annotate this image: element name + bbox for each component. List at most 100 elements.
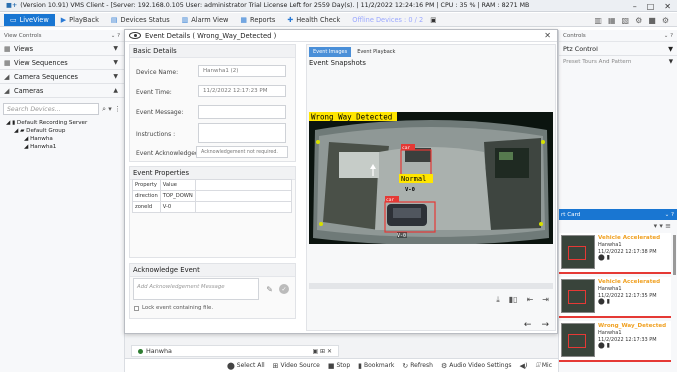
mic-icon: ⍗ xyxy=(535,361,540,369)
tab-health-check[interactable]: ✚ Health Check xyxy=(281,14,346,26)
tab-devices-status[interactable]: ▤ Devices Status xyxy=(105,14,176,26)
event-details-dialog: Event Details ( Wrong_Way_Detected ) ✕ B… xyxy=(124,29,558,334)
gear-icon: ⚙ xyxy=(440,361,448,370)
section-preset-tours[interactable]: Preset Tours And Pattern ▼ xyxy=(559,56,677,68)
section-ptz-control[interactable]: Ptz Control ▼ xyxy=(559,42,677,56)
maximize-button[interactable]: □ xyxy=(647,2,655,11)
alert-card[interactable]: Vehicle Accelerated Hanwha1 11/2/2022 12… xyxy=(559,277,671,318)
event-time-field[interactable]: 11/2/2022 12:17:23 PM xyxy=(198,85,286,97)
normal-label: Normal xyxy=(401,175,426,183)
export-icon[interactable]: ▮▯ xyxy=(509,295,518,305)
column-header: Value xyxy=(159,179,196,191)
tree-item-recording-server[interactable]: ◢ ▮ Default Recording Server xyxy=(4,119,120,127)
mic-button[interactable]: ⍗ Mic xyxy=(536,361,552,370)
settings-icon[interactable]: ⚙ xyxy=(662,16,669,25)
alert-filter-tools[interactable]: ▾ ▾ ≡ xyxy=(654,222,671,230)
search-filter-icons[interactable]: ⌕ ▾ ⋮ xyxy=(102,105,121,114)
tree-item-camera-hanwha1[interactable]: ◢ Hanwha1 xyxy=(4,143,120,151)
alert-action-icons[interactable]: ⬤ ▮ xyxy=(598,343,666,350)
section-label: Views xyxy=(14,44,34,53)
panel-header-controls[interactable]: ⌄ ? xyxy=(111,33,120,39)
tree-item-default-group[interactable]: ◢ ▰ Default Group xyxy=(4,127,120,135)
table-header-row: Property Value xyxy=(132,179,293,191)
section-views[interactable]: ▦ Views ▼ xyxy=(0,42,124,56)
panel-title: View Controls xyxy=(4,32,42,39)
lock-icon[interactable]: ■ xyxy=(648,16,656,25)
download-icon[interactable]: ⤓ xyxy=(496,295,500,305)
close-window-button[interactable]: ✕ xyxy=(664,2,671,11)
button-label: Audio Video Settings xyxy=(449,362,512,369)
tab-liveview[interactable]: ▭ LiveView xyxy=(4,13,55,26)
camera-tile-controls[interactable]: ▣ ⊞ ✕ xyxy=(312,348,332,355)
alert-action-icons[interactable]: ⬤ ▮ xyxy=(598,299,660,306)
table-row[interactable]: zoneId V-0 xyxy=(132,201,293,213)
camera-tile-bar[interactable]: Hanwha ▣ ⊞ ✕ xyxy=(131,345,339,357)
button-label: Bookmark xyxy=(363,362,395,369)
grid-icon[interactable]: ▦ xyxy=(608,16,616,25)
stop-button[interactable]: ■ Stop xyxy=(328,362,350,370)
video-source-button[interactable]: ⊞ Video Source xyxy=(273,362,320,370)
previous-event-button[interactable]: ← xyxy=(524,320,532,330)
alert-card-title: rt Card xyxy=(561,211,581,218)
main-menubar: ▭ LiveView ▶ PlayBack ▤ Devices Status ▥ Ala… xyxy=(0,13,677,27)
bookmark-button[interactable]: ▮ Bookmark xyxy=(358,362,394,370)
lock-event-checkbox-row[interactable]: Lock event containing file. xyxy=(134,305,213,311)
tab-reports[interactable]: ▦ Reports xyxy=(234,14,281,26)
panel-header-controls[interactable]: ⌄ ? xyxy=(664,33,673,39)
panel-header-controls[interactable]: ⌄ ? xyxy=(665,212,674,218)
search-devices-input[interactable]: Search Devices... xyxy=(3,103,100,115)
tab-playback[interactable]: ▶ PlayBack xyxy=(55,14,105,26)
audio-video-settings-button[interactable]: ⚙ Audio Video Settings xyxy=(441,362,512,370)
lock-event-checkbox[interactable] xyxy=(134,305,139,311)
section-view-sequences[interactable]: ▦ View Sequences ▼ xyxy=(0,56,124,70)
close-dialog-button[interactable]: ✕ xyxy=(544,31,551,40)
tab-event-playback[interactable]: Event Playback xyxy=(353,47,399,57)
event-message-label: Event Message: xyxy=(136,109,184,116)
next-snapshot-icon[interactable]: ⇥ xyxy=(542,295,549,305)
acknowledge-ok-button[interactable]: ✓ xyxy=(279,284,289,294)
alert-device: Hanwha1 xyxy=(598,329,622,336)
speaker-button[interactable]: ◀) xyxy=(520,362,528,370)
table-cell xyxy=(194,201,293,213)
views-icon: ▦ xyxy=(4,44,11,53)
chevron-down-icon: ▼ xyxy=(113,45,118,52)
alert-action-icons[interactable]: ⬤ ▮ xyxy=(598,255,660,262)
tab-label: Alarm View xyxy=(191,15,229,24)
tab-event-images[interactable]: Event Images xyxy=(309,47,352,57)
acknowledgement-message-input[interactable]: Add Acknowledgement Message xyxy=(133,278,259,300)
alert-card[interactable]: Wrong_Way_Detected Hanwha1 11/2/2022 12:… xyxy=(559,321,671,362)
previous-snapshot-icon[interactable]: ⇤ xyxy=(527,295,534,305)
tree-item-camera-hanwha[interactable]: ◢ Hanwha xyxy=(4,135,120,143)
edit-icon[interactable]: ✎ xyxy=(266,285,273,294)
table-cell: V-0 xyxy=(159,201,196,213)
device-name-field[interactable]: Hanwha1 (2) xyxy=(198,65,286,77)
snapshot-image[interactable]: car car Normal V-0 Wrong_Way_Detected V-… xyxy=(309,112,553,244)
alert-card-header: rt Card ⌄ ? xyxy=(559,209,677,220)
refresh-button[interactable]: ↻ Refresh xyxy=(402,362,433,370)
chevron-down-icon: ▼ xyxy=(668,59,673,65)
section-camera-sequences[interactable]: ◢ Camera Sequences ▼ xyxy=(0,70,124,84)
alert-list-scrollbar[interactable] xyxy=(673,235,676,275)
section-cameras[interactable]: ◢ Cameras ▲ xyxy=(0,84,124,98)
minimize-button[interactable]: – xyxy=(633,2,637,11)
device-name-label: Device Name: xyxy=(136,69,179,76)
table-row[interactable]: direction TOP_DOWN xyxy=(132,190,293,202)
alert-card[interactable]: Vehicle Accelerated Hanwha1 11/2/2022 12… xyxy=(559,233,671,274)
select-all-button[interactable]: ⬤ Select All xyxy=(227,362,265,370)
offline-devices-indicator[interactable]: Offline Devices : 0 / 2 ▣ xyxy=(346,14,442,26)
devices-status-icon: ▤ xyxy=(110,15,118,24)
window-controls: – □ ✕ xyxy=(633,0,671,12)
health-check-icon: ✚ xyxy=(287,15,294,24)
zone-v0-label: V-0 xyxy=(405,187,415,193)
button-label: Select All xyxy=(236,362,265,369)
alert-info: Wrong_Way_Detected Hanwha1 11/2/2022 12:… xyxy=(598,323,666,358)
snapshot-scrollbar[interactable] xyxy=(309,283,553,289)
instructions-field[interactable] xyxy=(198,123,286,143)
event-message-field[interactable] xyxy=(198,105,286,119)
split-icon[interactable]: ▧ xyxy=(622,16,630,25)
layout-icon[interactable]: ▥ xyxy=(594,16,602,25)
table-cell: direction xyxy=(132,190,161,202)
tools-icon[interactable]: ⚙ xyxy=(635,16,642,25)
next-event-button[interactable]: → xyxy=(541,320,549,330)
tab-alarm-view[interactable]: ▥ Alarm View xyxy=(176,14,235,26)
